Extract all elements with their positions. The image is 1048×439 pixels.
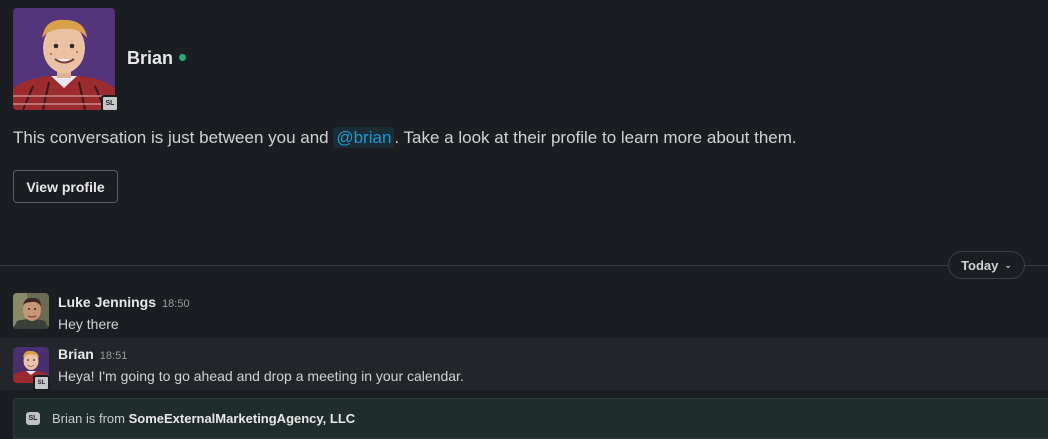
message-timestamp[interactable]: 18:51 (100, 350, 128, 362)
profile-name[interactable]: Brian (127, 48, 173, 69)
view-profile-button[interactable]: View profile (13, 170, 118, 203)
dm-conversation: SL Brian This conversation is just betwe… (0, 0, 1048, 439)
message-text: Heya! I'm going to go ahead and drop a m… (58, 368, 464, 384)
user-mention-link[interactable]: @brian (333, 127, 395, 148)
banner-prefix: Brian is from (52, 411, 129, 426)
intro-text-after: . Take a look at their profile to learn … (394, 128, 797, 147)
intro-text-before: This conversation is just between you an… (13, 128, 334, 147)
message-header: Brian 18:51 (58, 346, 127, 364)
message-timestamp[interactable]: 18:50 (162, 298, 190, 310)
message-text: Hey there (58, 316, 119, 332)
external-org-banner: SL Brian is from SomeExternalMarketingAg… (13, 398, 1048, 439)
date-divider-line (0, 265, 1048, 266)
message-header: Luke Jennings 18:50 (58, 294, 190, 312)
avatar[interactable] (13, 293, 49, 329)
presence-dot-icon (179, 54, 186, 61)
message-row[interactable]: Luke Jennings 18:50 Hey there (0, 290, 1048, 338)
external-org-badge-icon: SL (101, 95, 119, 112)
external-org-name[interactable]: SomeExternalMarketingAgency, LLC (129, 411, 356, 426)
date-jump-button[interactable]: Today ⌄ (948, 251, 1025, 279)
conversation-intro: This conversation is just between you an… (13, 127, 797, 148)
external-org-badge-icon: SL (33, 375, 50, 391)
external-org-notice: Brian is from SomeExternalMarketingAgenc… (52, 411, 355, 426)
sender-name[interactable]: Brian (58, 346, 94, 362)
profile-avatar[interactable] (13, 8, 115, 110)
date-label: Today (961, 257, 999, 273)
chevron-down-icon: ⌄ (1004, 259, 1012, 270)
sender-name[interactable]: Luke Jennings (58, 294, 156, 310)
external-org-badge-icon: SL (26, 412, 40, 425)
message-row[interactable]: SL Brian 18:51 Heya! I'm going to go ahea… (0, 338, 1048, 391)
